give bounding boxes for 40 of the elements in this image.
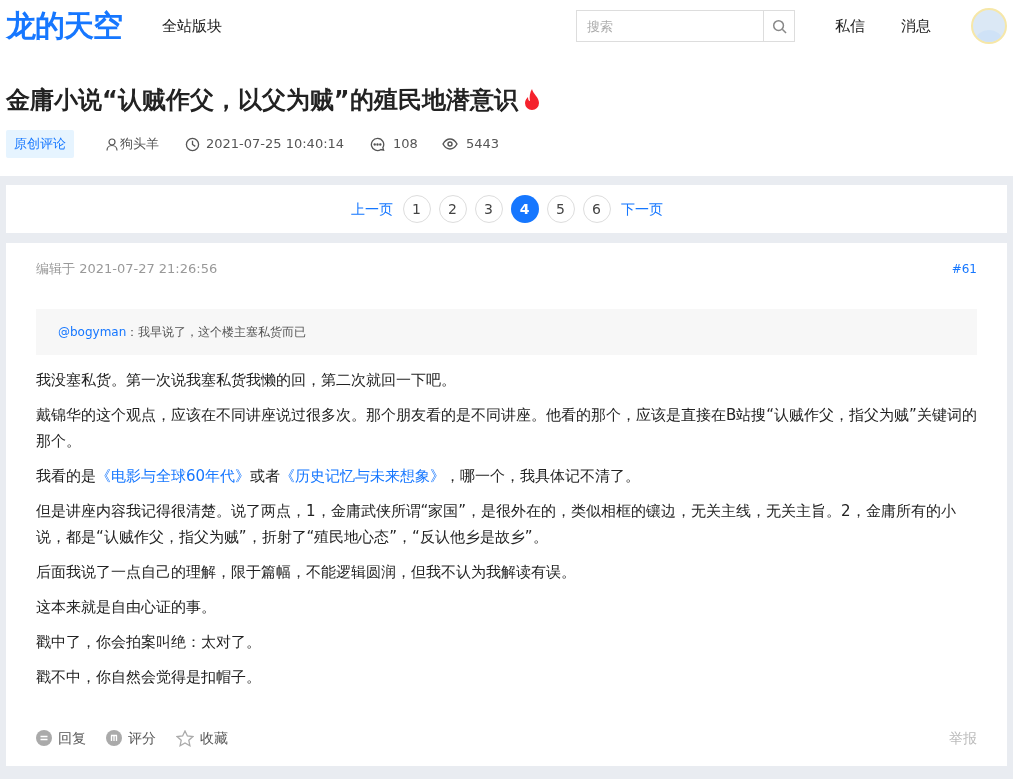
post-time: 2021-07-25 10:40:14	[206, 135, 345, 154]
page-number[interactable]: 4	[510, 195, 539, 223]
user-icon	[106, 137, 118, 151]
site-logo[interactable]: 龙的天空	[6, 7, 124, 45]
next-page-link[interactable]: 下一页	[620, 198, 663, 220]
comment-icon	[370, 136, 386, 152]
edit-time: 编辑于 2021-07-27 21:26:56	[36, 260, 218, 278]
author-link[interactable]: 狗头羊	[106, 134, 159, 154]
eye-icon	[441, 138, 458, 150]
star-icon	[176, 729, 194, 747]
user-mention-link[interactable]: @bogyman	[58, 322, 127, 341]
post-paragraph: 戳中了，你会拍案叫绝：太对了。	[36, 631, 262, 653]
search-button[interactable]	[764, 10, 795, 42]
header-link[interactable]: 消息	[901, 14, 931, 38]
post-paragraph: 戴锦华的这个观点，应该在不同讲座说过很多次。那个朋友看的是不同讲座。他看的那个，应该是直接在B站搜“认贼作父，指父为贼”关键词的那个。	[36, 404, 977, 452]
previous-page-link[interactable]: 上一页	[350, 198, 393, 220]
header-link[interactable]: 私信	[835, 14, 865, 38]
post-paragraph: 这本来就是自由心证的事。	[36, 596, 217, 618]
clock-icon	[185, 136, 200, 152]
floor-number[interactable]: #61	[951, 259, 977, 278]
coin-icon	[106, 730, 122, 746]
book-link[interactable]: 《历史记忆与未来想象》	[280, 466, 446, 485]
post-paragraph: 但是讲座内容我记得很清楚。说了两点，1，金庸武侠所谓“家国”，是很外在的，类似相框的镶边，无关主线，无关主旨。2，金庸所有的小说，都是“认贼作父，指父为贼”，折射了“殖民地心态”，“反认他乡是故乡”。	[36, 500, 957, 548]
view-count: 5443	[465, 135, 499, 154]
thread-title: 金庸小说“认贼作父，以父为贼”的殖民地潜意识	[6, 85, 518, 116]
search-icon	[771, 18, 787, 34]
post-action-button[interactable]: 回复	[36, 727, 86, 749]
comment-icon	[36, 730, 52, 746]
category-tag[interactable]: 原创评论	[6, 130, 74, 158]
search-field[interactable]: 搜索	[576, 10, 764, 42]
post-paragraph: 我看的是《电影与全球60年代》或者《历史记忆与未来想象》，哪一个，我具体记不清了。	[36, 465, 642, 487]
post-action-button[interactable]: 收藏	[176, 727, 228, 749]
post-paragraph: 戳不中，你自然会觉得是扣帽子。	[36, 666, 262, 688]
post-action-button[interactable]: 评分	[106, 727, 156, 749]
quote-text: ：我早说了，这个楼主塞私货而已	[126, 323, 307, 341]
reply-count: 108	[393, 135, 418, 154]
post-paragraph: 我没塞私货。第一次说我塞私货我懒的回，第二次就回一下吧。	[36, 369, 457, 391]
book-link[interactable]: 《电影与全球60年代》	[96, 466, 251, 485]
post-paragraph: 后面我说了一点自己的理解，限于篇幅，不能逻辑圆润，但我不认为我解读有误。	[36, 561, 577, 583]
nav-link[interactable]: 全站版块	[162, 14, 222, 38]
